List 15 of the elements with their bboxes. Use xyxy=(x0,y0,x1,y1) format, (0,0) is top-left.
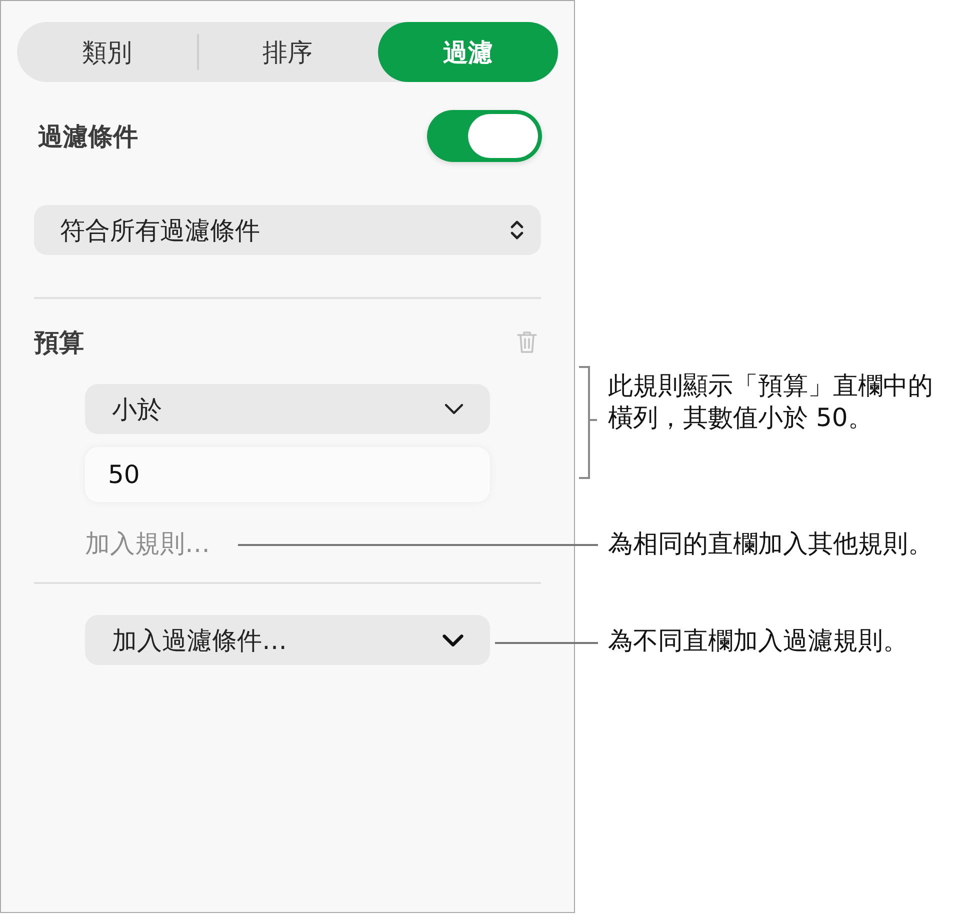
callout-text: 為不同直欄加入過濾規則。 xyxy=(608,625,908,657)
tab[interactable]: 類別 xyxy=(17,22,198,82)
toggle-switch[interactable] xyxy=(427,110,542,162)
up-down-chevron-icon xyxy=(510,219,524,241)
callout-text: 此規則顯示「預算」直欄中的橫列，其數值小於 50。 xyxy=(608,370,934,434)
column-name: 預算 xyxy=(34,326,84,358)
tab[interactable]: 排序 xyxy=(197,22,378,82)
add-filter-popup[interactable]: 加入過濾條件… xyxy=(85,615,490,665)
value-field[interactable]: 50 xyxy=(85,447,490,502)
match-popup[interactable]: 符合所有過濾條件 xyxy=(34,205,541,255)
chevron-down-icon xyxy=(442,634,464,646)
callout-text: 為相同的直欄加入其他規則。 xyxy=(608,528,933,560)
operator-popup[interactable]: 小於 xyxy=(85,384,490,434)
filters-label: 過濾條件 xyxy=(38,120,138,152)
chevron-down-icon xyxy=(444,403,464,415)
